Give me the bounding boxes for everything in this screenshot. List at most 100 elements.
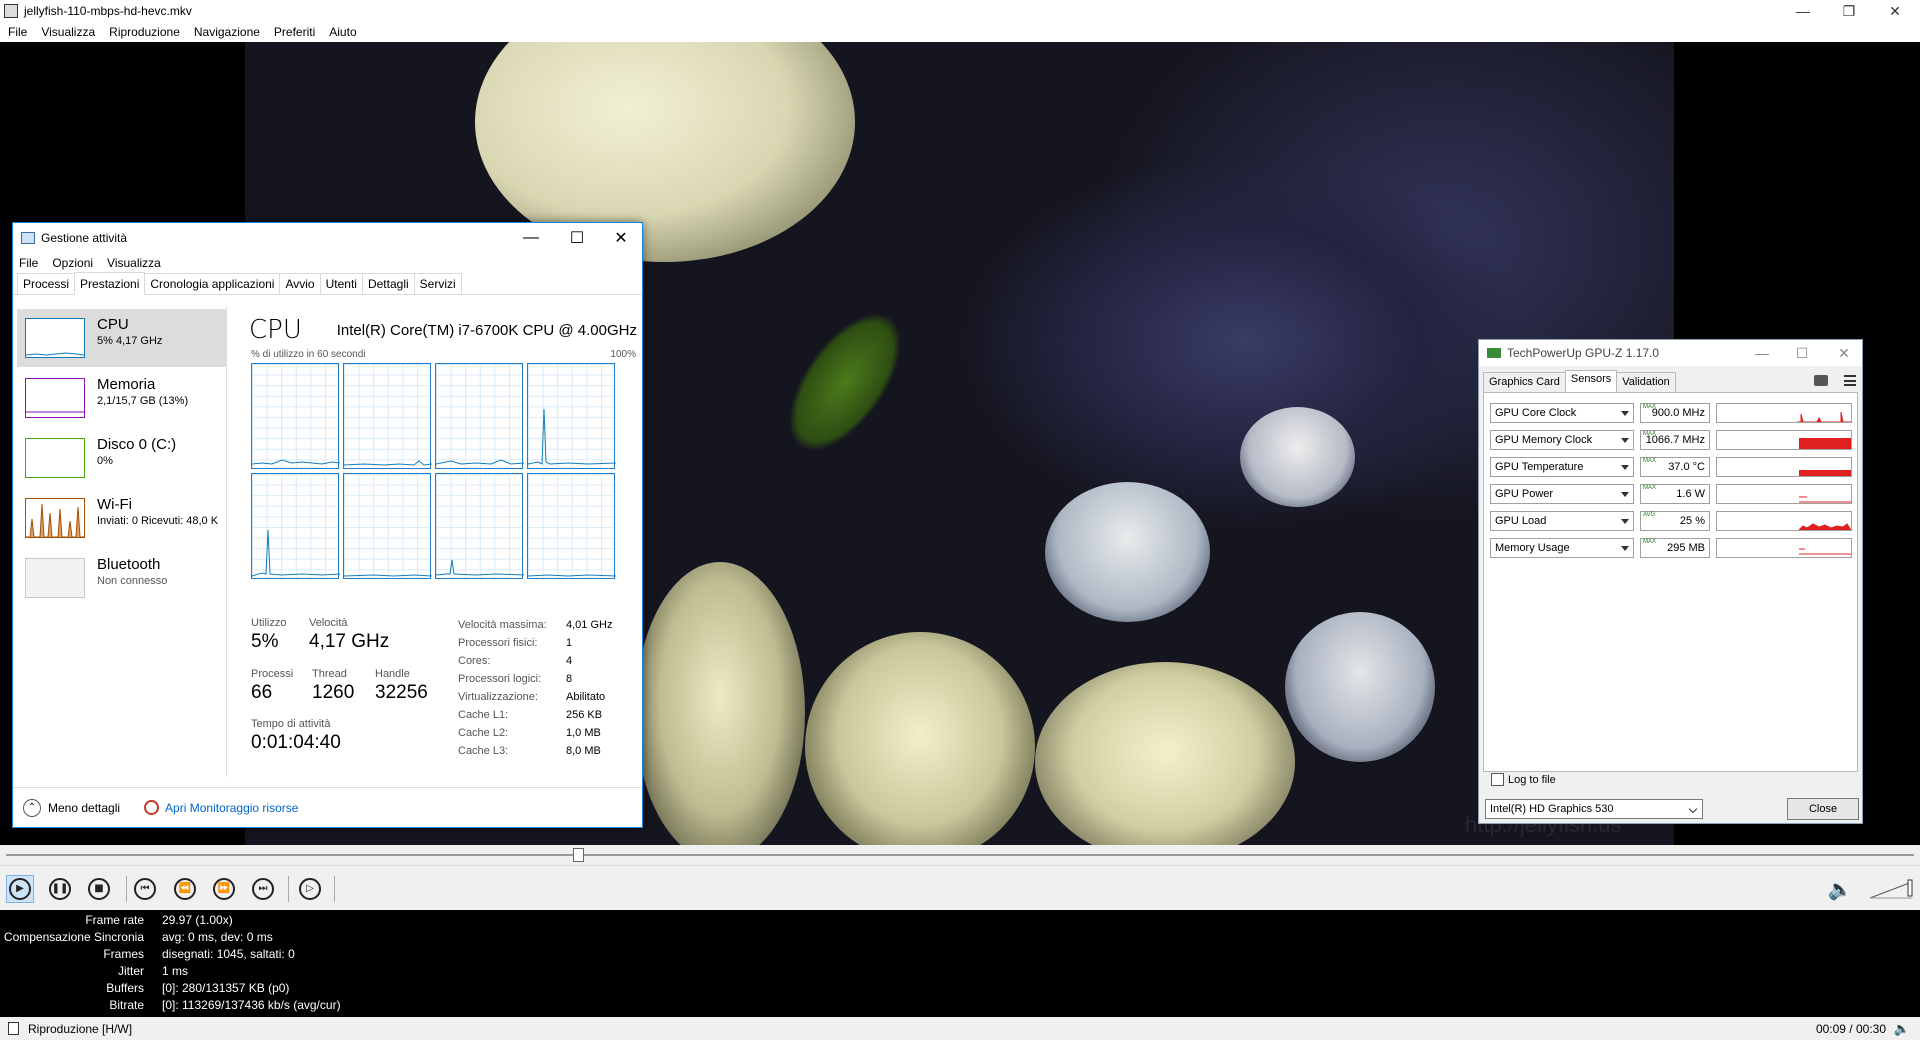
tm-menu-visualizza[interactable]: Visualizza bbox=[107, 256, 161, 270]
core-graph bbox=[527, 473, 616, 579]
volume-slider[interactable] bbox=[1868, 878, 1916, 902]
gpuz-title: TechPowerUp GPU-Z 1.17.0 bbox=[1507, 346, 1660, 360]
tab-graphics-card[interactable]: Graphics Card bbox=[1483, 372, 1566, 392]
sensor-name-dropdown[interactable]: GPU Memory Clock bbox=[1490, 430, 1634, 450]
seek-thumb[interactable] bbox=[573, 848, 585, 862]
sensor-name-dropdown[interactable]: GPU Power bbox=[1490, 484, 1634, 504]
spec-label: Cache L2: bbox=[458, 727, 509, 739]
fewer-details-button[interactable]: Meno dettagli bbox=[48, 801, 120, 815]
open-resource-monitor-link[interactable]: Apri Monitoraggio risorse bbox=[165, 801, 298, 815]
seek-bar[interactable] bbox=[0, 845, 1920, 865]
tm-minimize-icon[interactable]: — bbox=[508, 223, 554, 253]
tab-servizi[interactable]: Servizi bbox=[413, 273, 462, 294]
core-graph bbox=[343, 363, 432, 469]
player-menubar: File Visualizza Riproduzione Navigazione… bbox=[0, 22, 1920, 42]
resource-memoria[interactable]: Memoria 2,1/15,7 GB (13%) bbox=[17, 369, 227, 427]
resource-monitor-icon bbox=[144, 800, 160, 815]
menu-visualizza[interactable]: Visualizza bbox=[41, 25, 95, 39]
menu-riproduzione[interactable]: Riproduzione bbox=[109, 25, 180, 39]
controls-separator bbox=[334, 876, 335, 902]
speaker-icon[interactable]: 🔈 bbox=[1894, 1021, 1910, 1037]
core-graph bbox=[343, 473, 432, 579]
gz-minimize-icon[interactable]: — bbox=[1747, 342, 1777, 364]
log-to-file-option[interactable]: Log to file bbox=[1491, 773, 1556, 786]
tab-processi[interactable]: Processi bbox=[17, 273, 76, 294]
forward-button[interactable]: ⏩ bbox=[210, 875, 238, 903]
player-controls: ▶ ❚❚ ■ ⏮ ⏪ ⏩ ⏭ ▷ 🔈 bbox=[0, 865, 1920, 910]
tab-utenti[interactable]: Utenti bbox=[319, 273, 363, 294]
tm-tabs: Processi Prestazioni Cronologia applicaz… bbox=[13, 272, 642, 295]
sensor-row: GPU Temperature MAX 37.0 °C bbox=[1490, 457, 1852, 477]
resource-disco[interactable]: Disco 0 (C:) 0% bbox=[17, 429, 227, 487]
utilizzo-label: Utilizzo bbox=[251, 617, 287, 629]
stop-button[interactable]: ■ bbox=[85, 875, 113, 903]
frame-step-button[interactable]: ▷ bbox=[296, 875, 324, 903]
sensor-row: GPU Power MAX 1.6 W bbox=[1490, 484, 1852, 504]
gz-close-icon[interactable]: ✕ bbox=[1829, 342, 1859, 364]
player-app-icon bbox=[4, 4, 18, 18]
thread-label: Thread bbox=[312, 668, 347, 680]
sensor-name: GPU Power bbox=[1495, 488, 1554, 500]
tab-validation[interactable]: Validation bbox=[1616, 372, 1676, 392]
hamburger-menu-icon[interactable] bbox=[1844, 375, 1856, 386]
tab-avvio[interactable]: Avvio bbox=[279, 273, 321, 294]
core-graph bbox=[251, 363, 340, 469]
tab-prestazioni[interactable]: Prestazioni bbox=[74, 272, 146, 295]
tm-close-icon[interactable]: ✕ bbox=[598, 223, 644, 253]
resource-wifi[interactable]: Wi-Fi Inviati: 0 Ricevuti: 48,0 K bbox=[17, 489, 227, 547]
tm-titlebar: Gestione attività — ☐ ✕ bbox=[13, 223, 642, 253]
previous-button[interactable]: ⏮ bbox=[131, 875, 159, 903]
resource-sub: Non connesso bbox=[97, 575, 168, 587]
sensor-name-dropdown[interactable]: GPU Temperature bbox=[1490, 457, 1634, 477]
chevron-up-icon[interactable]: ⌃ bbox=[23, 798, 41, 817]
tab-cronologia[interactable]: Cronologia applicazioni bbox=[144, 273, 281, 294]
tm-menu-file[interactable]: File bbox=[19, 256, 38, 270]
spec-value: Abilitato bbox=[566, 691, 606, 703]
dropdown-arrow-icon bbox=[1621, 492, 1629, 497]
spec-label: Cores: bbox=[458, 655, 491, 667]
cpu-heading: CPU bbox=[249, 315, 302, 345]
tab-dettagli[interactable]: Dettagli bbox=[361, 273, 415, 294]
resource-name: Disco 0 (C:) bbox=[97, 436, 177, 453]
tab-sensors[interactable]: Sensors bbox=[1564, 370, 1618, 392]
minimize-icon[interactable]: — bbox=[1780, 0, 1826, 22]
next-button[interactable]: ⏭ bbox=[249, 875, 277, 903]
sensor-name-dropdown[interactable]: GPU Load bbox=[1490, 511, 1634, 531]
pause-button[interactable]: ❚❚ bbox=[46, 875, 74, 903]
menu-aiuto[interactable]: Aiuto bbox=[329, 25, 356, 39]
handle-value: 32256 bbox=[375, 682, 428, 703]
memory-thumbnail bbox=[25, 378, 85, 418]
close-button[interactable]: Close bbox=[1787, 798, 1859, 820]
gpu-select[interactable]: Intel(R) HD Graphics 530 bbox=[1485, 799, 1703, 819]
tm-menubar: File Opzioni Visualizza bbox=[13, 253, 642, 273]
log-to-file-checkbox[interactable] bbox=[1491, 773, 1504, 786]
menu-navigazione[interactable]: Navigazione bbox=[194, 25, 260, 39]
resource-name: CPU bbox=[97, 316, 129, 333]
playback-time: 00:09 / 00:30 bbox=[1815, 1021, 1886, 1036]
pane-divider[interactable] bbox=[226, 307, 227, 777]
tm-title: Gestione attività bbox=[41, 231, 128, 245]
volume-icon[interactable]: 🔈 bbox=[1826, 875, 1854, 903]
restore-icon[interactable]: ❐ bbox=[1826, 0, 1872, 22]
stat-label: Frames bbox=[103, 947, 144, 961]
resource-list: CPU 5% 4,17 GHz Memoria 2,1/15,7 GB (13%) … bbox=[17, 307, 227, 777]
resource-cpu[interactable]: CPU 5% 4,17 GHz bbox=[17, 309, 227, 367]
sensors-panel: GPU Core Clock MAX 900.0 MHz GPU Memory C… bbox=[1483, 392, 1858, 772]
rewind-button[interactable]: ⏪ bbox=[171, 875, 199, 903]
tm-maximize-icon[interactable]: ☐ bbox=[554, 223, 600, 253]
camera-icon[interactable] bbox=[1814, 375, 1828, 386]
sensor-name-dropdown[interactable]: Memory Usage bbox=[1490, 538, 1634, 558]
gz-maximize-icon[interactable]: ☐ bbox=[1787, 342, 1817, 364]
play-button[interactable]: ▶ bbox=[6, 875, 34, 903]
close-icon[interactable]: ✕ bbox=[1872, 0, 1918, 22]
sensor-value-box: MAX 295 MB bbox=[1640, 538, 1710, 558]
tm-menu-opzioni[interactable]: Opzioni bbox=[52, 256, 93, 270]
sensor-name-dropdown[interactable]: GPU Core Clock bbox=[1490, 403, 1634, 423]
menu-preferiti[interactable]: Preferiti bbox=[274, 25, 315, 39]
seaweed bbox=[766, 293, 924, 471]
cpu-core-graphs bbox=[251, 363, 633, 583]
resource-sub: 0% bbox=[97, 455, 113, 467]
seek-track[interactable] bbox=[6, 854, 1914, 856]
menu-file[interactable]: File bbox=[8, 25, 27, 39]
resource-bluetooth[interactable]: Bluetooth Non connesso bbox=[17, 549, 227, 607]
